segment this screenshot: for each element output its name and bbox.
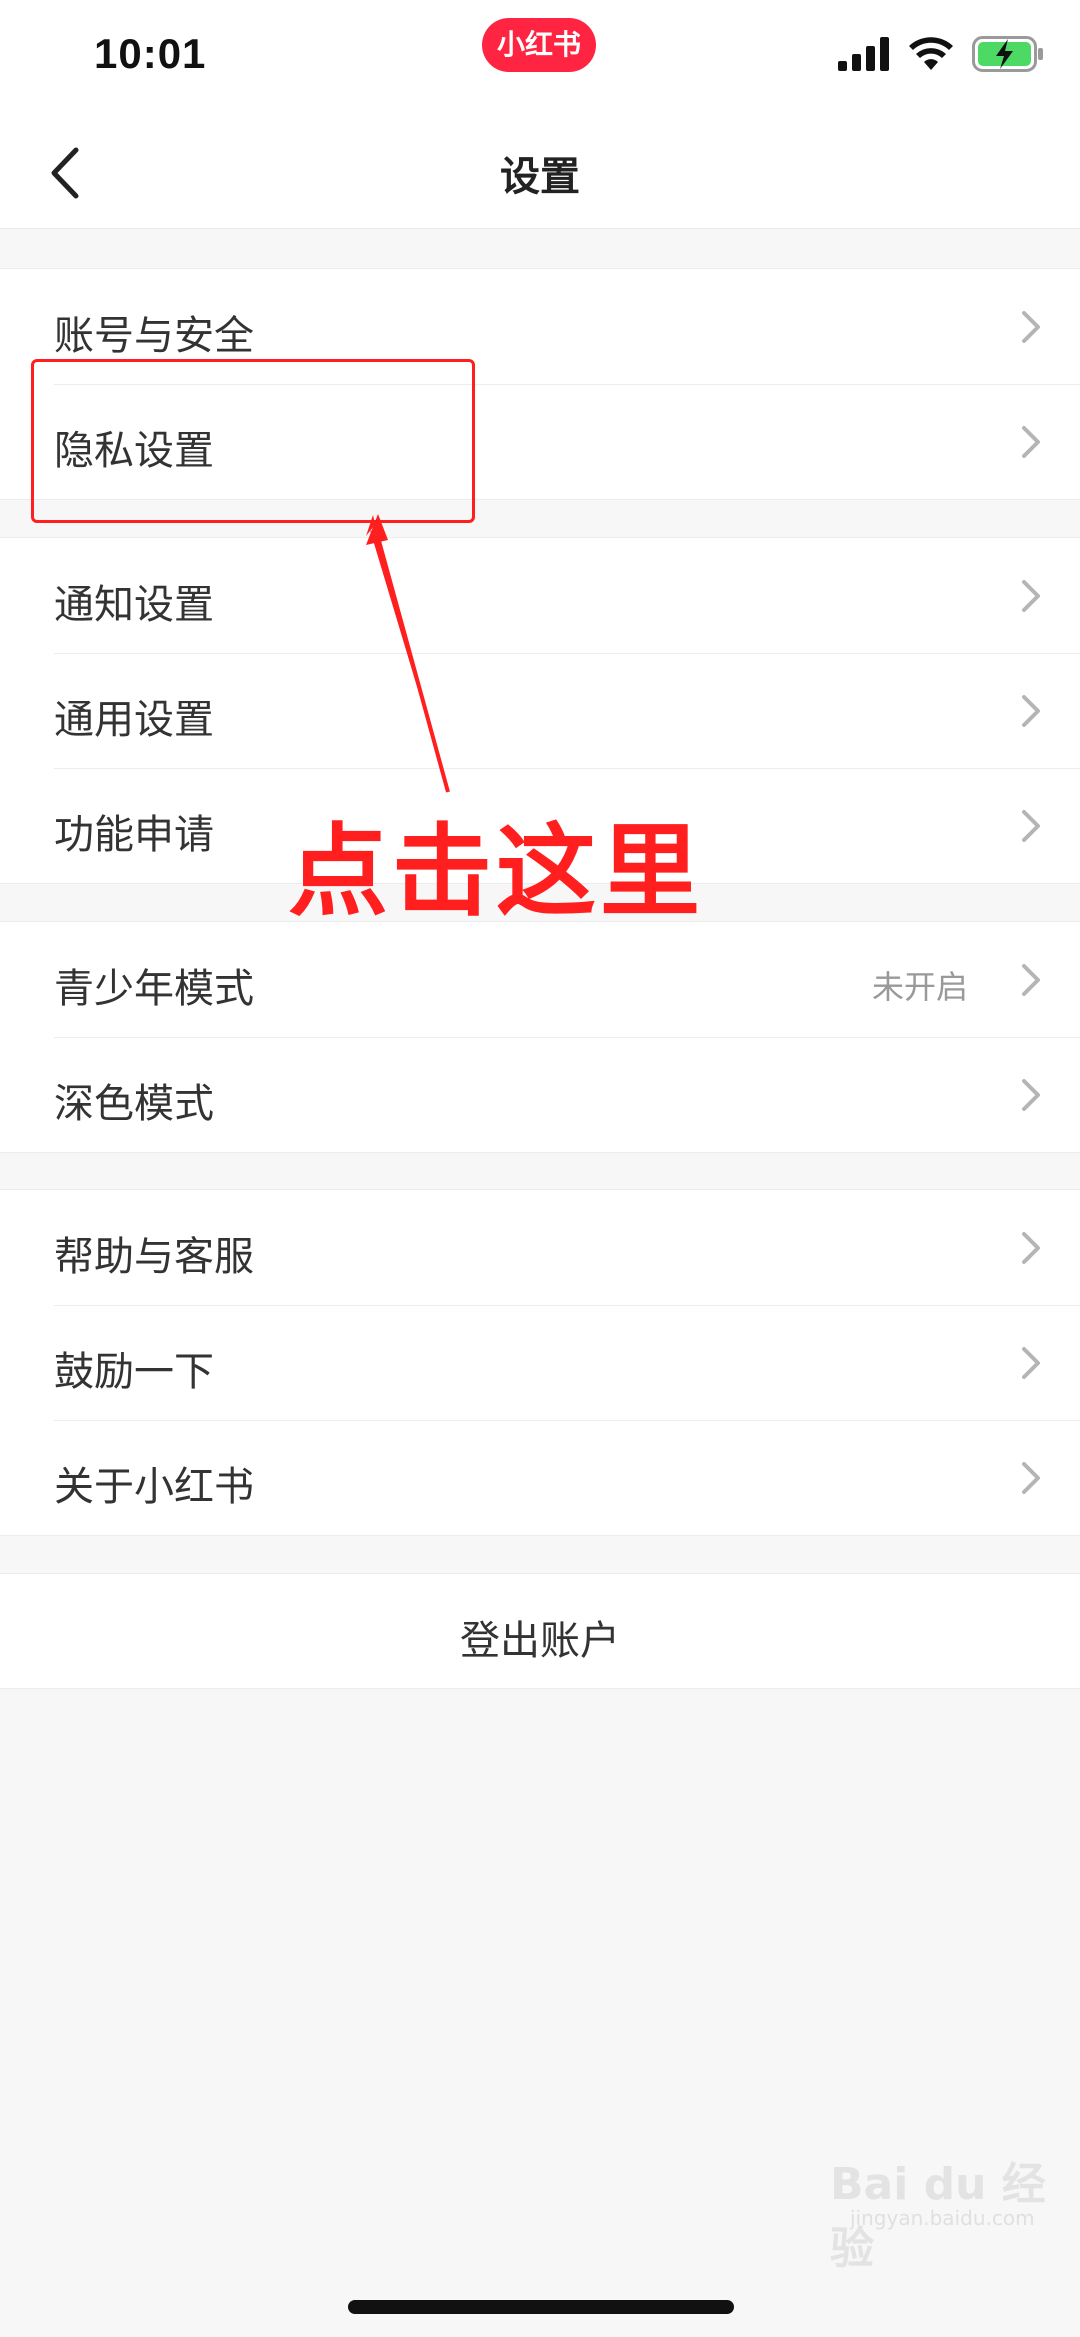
annotation-text: 点击这里 <box>288 813 704 930</box>
settings-item-privacy[interactable]: 隐私设置 <box>0 384 1080 499</box>
settings-item-label: 关于小红书 <box>54 1464 254 1510</box>
page-title: 设置 <box>500 154 580 200</box>
settings-item-encourage[interactable]: 鼓励一下 <box>0 1305 1080 1420</box>
chevron-right-icon <box>1020 1230 1042 1266</box>
status-icons <box>838 36 1044 76</box>
settings-item-help-support[interactable]: 帮助与客服 <box>0 1190 1080 1305</box>
settings-item-about[interactable]: 关于小红书 <box>0 1420 1080 1535</box>
home-indicator[interactable] <box>348 2300 734 2314</box>
settings-item-label: 隐私设置 <box>54 428 214 474</box>
chevron-right-icon <box>1020 1460 1042 1496</box>
chevron-right-icon <box>1020 424 1042 460</box>
settings-item-label: 通知设置 <box>54 582 214 628</box>
settings-item-label: 帮助与客服 <box>54 1234 254 1280</box>
settings-group-help: 帮助与客服 鼓励一下 关于小红书 <box>0 1189 1080 1536</box>
status-time: 10:01 <box>94 30 207 77</box>
chevron-right-icon <box>1020 309 1042 345</box>
chevron-right-icon <box>1020 808 1042 844</box>
settings-item-value: 未开启 <box>871 968 968 1006</box>
settings-item-account-security[interactable]: 账号与安全 <box>0 269 1080 384</box>
settings-group-modes: 青少年模式 未开启 深色模式 <box>0 921 1080 1153</box>
chevron-right-icon <box>1020 962 1042 998</box>
settings-item-label: 功能申请 <box>54 812 214 858</box>
app-badge: 小红书 <box>482 18 596 72</box>
wifi-icon <box>908 37 954 75</box>
settings-item-dark-mode[interactable]: 深色模式 <box>0 1037 1080 1152</box>
settings-item-label: 账号与安全 <box>54 313 254 359</box>
chevron-right-icon <box>1020 693 1042 729</box>
settings-group-account: 账号与安全 隐私设置 <box>0 268 1080 500</box>
settings-item-general[interactable]: 通用设置 <box>0 653 1080 768</box>
chevron-right-icon <box>1020 1077 1042 1113</box>
signal-icon <box>838 37 890 75</box>
settings-item-label: 青少年模式 <box>54 966 254 1012</box>
chevron-right-icon <box>1020 1345 1042 1381</box>
chevron-right-icon <box>1020 578 1042 614</box>
logout-label: 登出账户 <box>460 1618 620 1664</box>
settings-item-label: 深色模式 <box>54 1081 214 1127</box>
watermark-url: jingyan.baidu.com <box>850 2206 1035 2230</box>
settings-item-teen-mode[interactable]: 青少年模式 未开启 <box>0 922 1080 1037</box>
nav-bar: 设置 <box>0 118 1080 229</box>
status-bar: 10:01 小红书 <box>0 0 1080 118</box>
settings-item-label: 通用设置 <box>54 697 214 743</box>
logout-button[interactable]: 登出账户 <box>0 1573 1080 1689</box>
settings-item-label: 鼓励一下 <box>54 1349 214 1395</box>
battery-charging-icon <box>972 36 1044 76</box>
settings-item-notifications[interactable]: 通知设置 <box>0 538 1080 653</box>
